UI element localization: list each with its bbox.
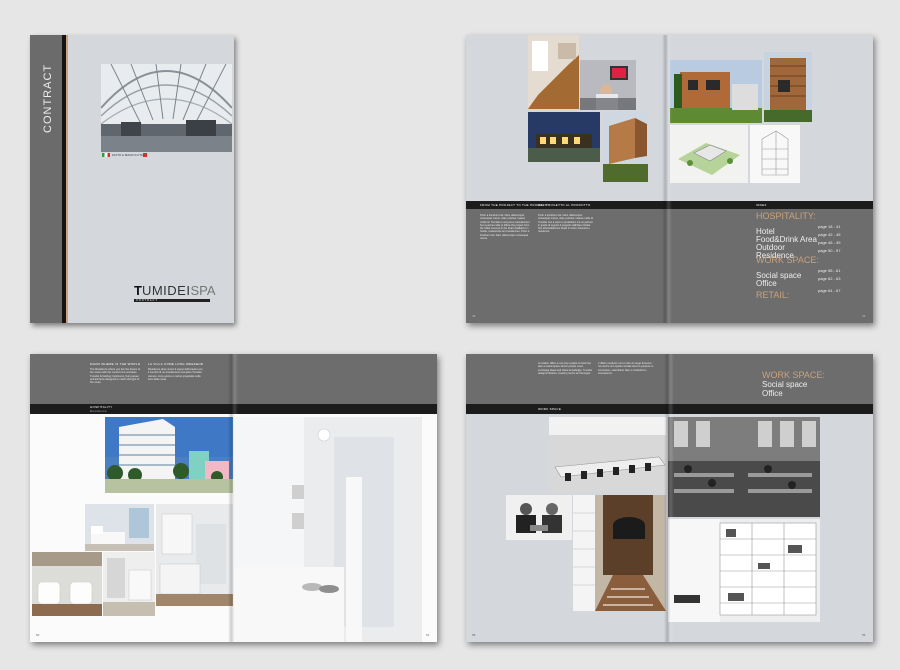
- hosp-section-sub: Residence: [90, 409, 107, 413]
- index-page-right: 49: [862, 314, 866, 318]
- photo-staircase: [528, 35, 579, 109]
- hosp-gutter: [228, 354, 238, 642]
- index-list: HOSPITALITY: Hotel page 18 - 41 Food&Drin…: [756, 211, 866, 300]
- logo-sub: CONTRACT: [136, 298, 158, 302]
- work-heading: WORK SPACE:: [762, 370, 825, 380]
- photo-computer-office: [580, 60, 636, 110]
- work-body-1: A modern office is not only a place of w…: [538, 362, 593, 375]
- index-body-1: Proin a tincidunt nisi. Nam ullamcorper …: [480, 214, 530, 241]
- index-col-header-1: FROM THE PROJECT TO THE PRODUCT: [480, 203, 548, 207]
- index-col-header-2: DAL PROGETTO AL PRODOTTO: [538, 203, 591, 207]
- spread-workspace: A modern office is not only a place of w…: [466, 354, 873, 642]
- work-body-2: L'ufficio moderno non è solo un luogo di…: [598, 362, 654, 375]
- photo-library-hall: [668, 417, 820, 517]
- hosp-col-header-2: LA VILLA COME LONG WEEKEND: [148, 362, 204, 366]
- cover-accent-stripe: [66, 35, 68, 323]
- cover-vertical-title: CONTRACT: [42, 63, 54, 133]
- photo-corridor-lamp: [573, 495, 666, 611]
- index-pages-office: page 62 - 63: [818, 276, 841, 281]
- photo-villa-wood: [670, 60, 762, 123]
- work-item-social-space: Social space: [762, 380, 808, 389]
- photo-white-armchairs: [32, 552, 102, 616]
- work-section-label: WORK SPACE: [538, 407, 562, 411]
- brochure-cover: CONTRACT FATTO A MANO IN ITALIA TUMIDEIS…: [30, 35, 234, 323]
- sketch-tower: [750, 125, 800, 183]
- photo-kitchen: [156, 504, 233, 606]
- photo-people-laptop: [506, 495, 572, 540]
- photo-wooden-tower: [764, 52, 812, 122]
- index-pages-retail: page 64 - 67: [818, 288, 841, 293]
- index-body-2: Proin a tincidunt nisi. Nam ullamcorper …: [538, 214, 594, 234]
- photo-rendering-aerial: [670, 125, 748, 183]
- hosp-col-header-1: MIAMI WHERE IS THE WORLD: [90, 362, 141, 366]
- work-gutter: [664, 354, 674, 642]
- italian-flag: [102, 153, 110, 157]
- photo-bookshelf: [668, 519, 820, 622]
- index-heading-retail: RETAIL:: [756, 290, 790, 300]
- index-pages-residence: page 50 - 57: [818, 248, 841, 253]
- index-label: INDEX: [756, 203, 767, 207]
- index-gutter: [662, 35, 672, 323]
- photo-bedroom: [85, 504, 154, 551]
- logo-spa: SPA: [190, 283, 216, 298]
- work-page-left: 58: [472, 633, 476, 637]
- work-page-right: 59: [862, 633, 866, 637]
- spread-index: FROM THE PROJECT TO THE PRODUCT DAL PROG…: [466, 35, 873, 323]
- photo-night-house: [528, 112, 600, 162]
- photo-living-detail: [103, 552, 155, 616]
- work-item-office: Office: [762, 389, 783, 398]
- hosp-body-2: Residence dove vivere il sogno dell'ocea…: [148, 368, 203, 381]
- index-heading-hospitality: HOSPITALITY:: [756, 211, 816, 221]
- flag-red-mark: [143, 153, 147, 157]
- index-page-left: 48: [472, 314, 476, 318]
- cover-photo-glass-roof: [101, 64, 232, 152]
- photo-meeting-room: [549, 417, 666, 492]
- logo-umidei: UMIDEI: [141, 283, 191, 298]
- hosp-page-left: 50: [36, 633, 40, 637]
- hosp-body-1: The Residence where you live the dream o…: [90, 368, 141, 385]
- cover-logo: TUMIDEISPA: [134, 284, 216, 298]
- photo-wood-cube: [603, 112, 648, 182]
- logo-t: T: [134, 283, 142, 298]
- photo-miami-building: [105, 417, 233, 493]
- spread-hospitality: MIAMI WHERE IS THE WORLD LA VILLA COME L…: [30, 354, 437, 642]
- index-item-residence: Residence: [756, 251, 794, 260]
- hosp-page-right: 51: [426, 633, 430, 637]
- photo-white-interior: [234, 417, 422, 642]
